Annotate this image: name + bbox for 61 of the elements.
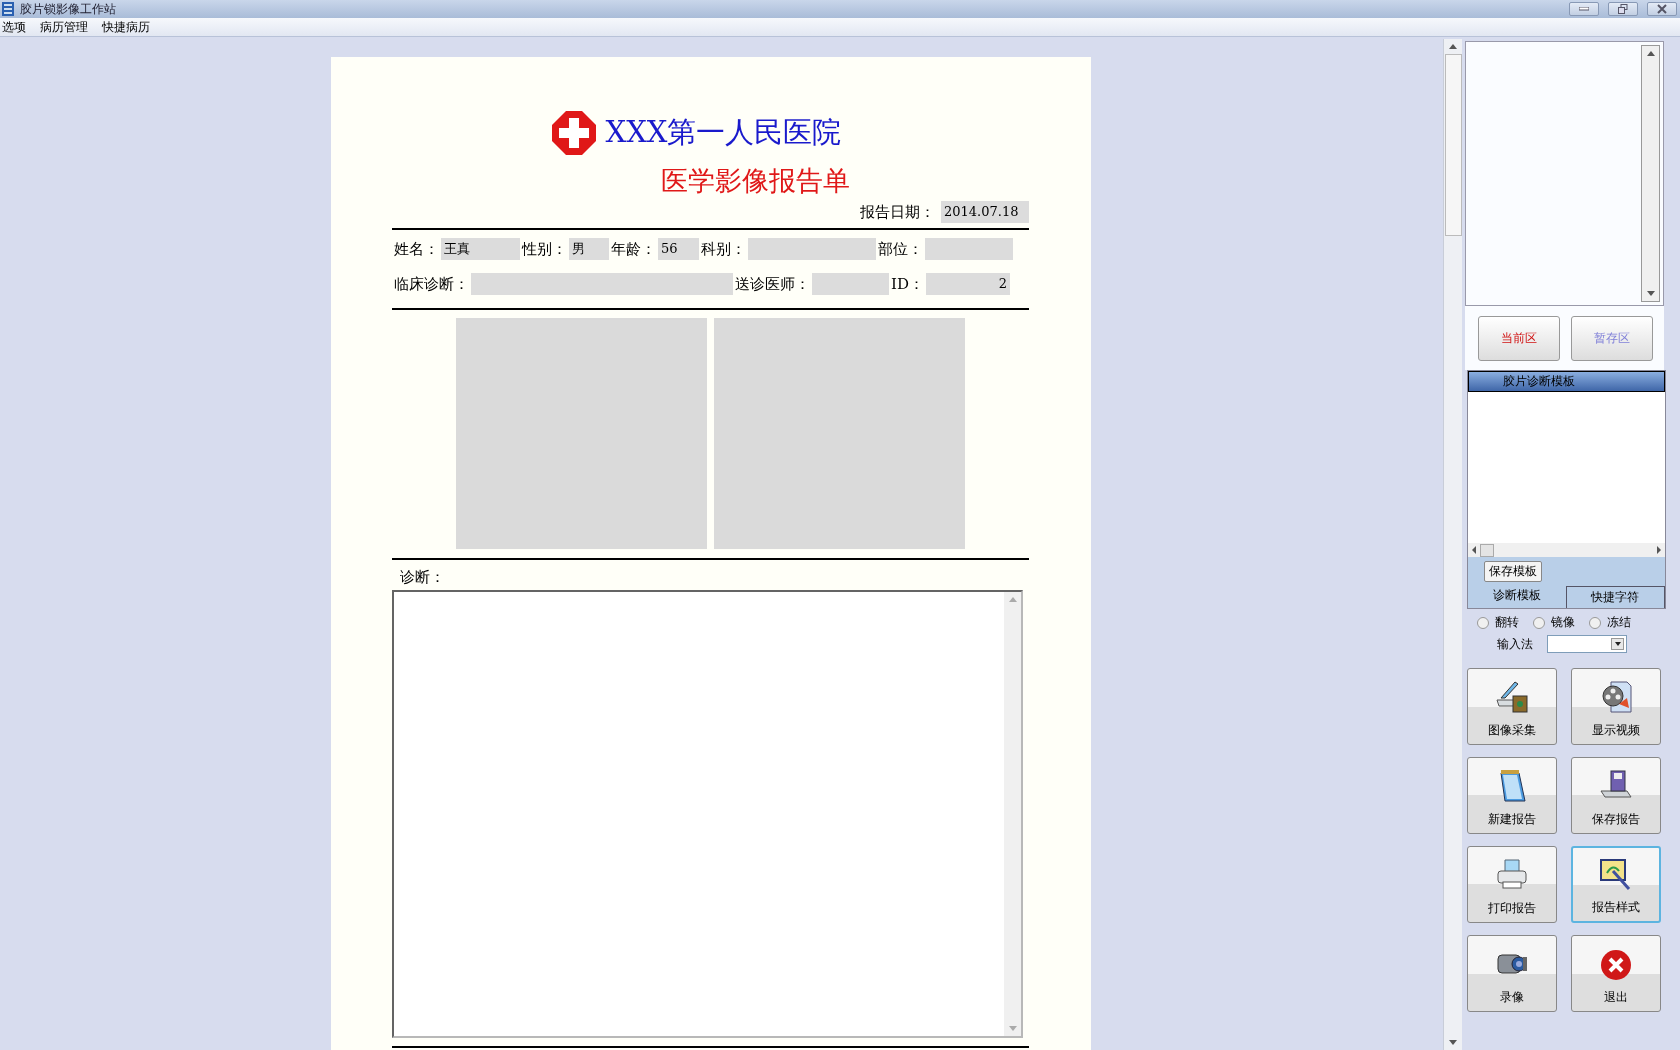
radio-button[interactable] xyxy=(1533,616,1545,629)
action-button[interactable]: 打印报告 xyxy=(1467,846,1557,923)
list-header: 胶片诊断模板 xyxy=(1468,371,1665,392)
action-button[interactable]: 显示视频 xyxy=(1571,668,1661,745)
menu-item[interactable]: 病历管理 xyxy=(38,18,94,36)
diagnosis-field[interactable] xyxy=(392,590,1023,1038)
input-method-dropdown[interactable] xyxy=(1547,635,1627,653)
field-value: 王真 xyxy=(441,238,520,260)
scrollbar[interactable] xyxy=(1468,543,1665,557)
cross-logo-icon xyxy=(549,109,598,157)
scrollbar[interactable] xyxy=(1004,592,1021,1036)
notepad-icon xyxy=(1497,769,1527,803)
restore-icon xyxy=(1618,4,1628,14)
minimize-icon xyxy=(1579,7,1589,11)
scrollbar[interactable] xyxy=(1443,39,1462,1050)
wand-icon xyxy=(1599,857,1633,891)
date-label: 报告日期： xyxy=(860,202,935,222)
input-method-label: 输入法 xyxy=(1497,635,1533,653)
field-label: ID： xyxy=(891,274,924,294)
close-icon xyxy=(1657,4,1667,14)
field-value: 2 xyxy=(925,273,1010,295)
restore-button[interactable] xyxy=(1608,2,1638,16)
scrollbar[interactable] xyxy=(1641,45,1660,302)
field-label: 部位： xyxy=(878,239,923,259)
close-icon xyxy=(1600,949,1632,981)
radio-button[interactable] xyxy=(1589,616,1601,629)
field-label: 姓名： xyxy=(394,239,439,259)
field-label: 临床诊断： xyxy=(394,274,469,294)
zone-button[interactable]: 当前区 xyxy=(1478,316,1560,361)
field-label: 送诊医师： xyxy=(735,274,810,294)
field-label: 科别： xyxy=(701,239,746,259)
radio-label: 镜像 xyxy=(1551,614,1575,631)
menu-item[interactable]: 选项 xyxy=(0,18,32,36)
window-title: 胶片锁影像工作站 xyxy=(20,0,116,18)
film-reel-icon xyxy=(1599,680,1633,714)
date-value: 2014.07.18 xyxy=(941,201,1029,223)
thumbnail-list[interactable] xyxy=(1465,41,1664,306)
app-icon xyxy=(2,2,14,16)
report-title: 医学影像报告单 xyxy=(661,165,850,196)
radio-label: 冻结 xyxy=(1607,614,1631,631)
field-label: 性别： xyxy=(522,239,567,259)
action-button[interactable]: 新建报告 xyxy=(1467,757,1557,834)
menu-item[interactable]: 快捷病历 xyxy=(100,18,156,36)
close-button[interactable] xyxy=(1647,2,1677,16)
field-label: 年龄： xyxy=(611,239,656,259)
radio-button[interactable] xyxy=(1477,616,1489,629)
minimize-button[interactable] xyxy=(1569,2,1599,16)
hospital-name: XXX第一人民医院 xyxy=(605,114,842,151)
scanner-icon xyxy=(1495,680,1529,714)
printer-icon xyxy=(1495,858,1529,892)
action-button[interactable]: 保存报告 xyxy=(1571,757,1661,834)
field-value: 56 xyxy=(658,238,699,260)
action-button[interactable]: 图像采集 xyxy=(1467,668,1557,745)
action-button[interactable]: 退出 xyxy=(1571,935,1661,1012)
diagnosis-label: 诊断： xyxy=(400,568,445,586)
radio-label: 翻转 xyxy=(1495,614,1519,631)
save-template-button[interactable]: 保存模板 xyxy=(1484,561,1542,582)
action-button[interactable]: 报告样式 xyxy=(1571,846,1661,923)
action-button[interactable]: 录像 xyxy=(1467,935,1557,1012)
field-value: 男 xyxy=(569,238,609,260)
tab[interactable]: 快捷字符 xyxy=(1565,586,1665,608)
